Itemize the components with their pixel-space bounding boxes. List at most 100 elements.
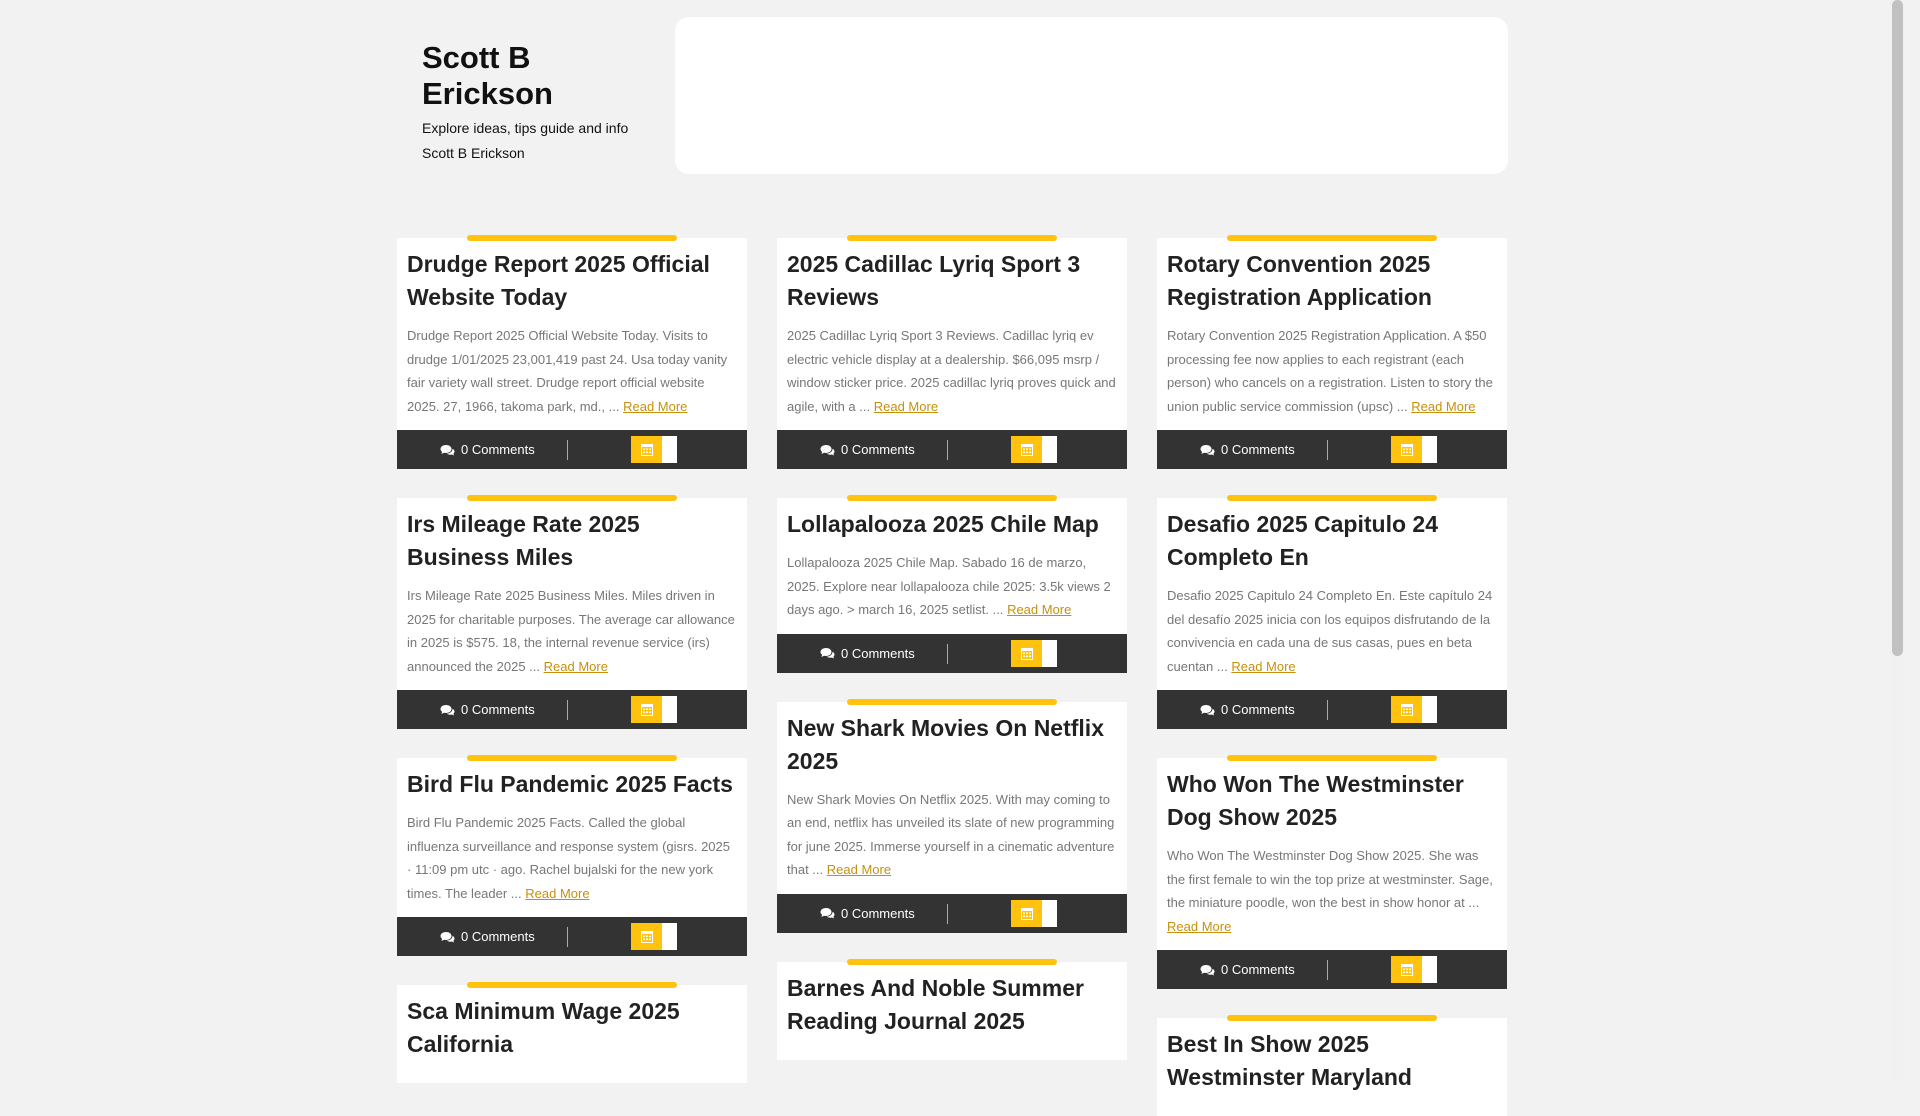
post-title-link[interactable]: Drudge Report 2025 Official Website Toda… — [407, 248, 737, 314]
comments-count: 0 Comments — [1221, 442, 1295, 457]
site-title[interactable]: Scott B Erickson — [422, 40, 662, 112]
comments-link[interactable]: 0 Comments — [1200, 690, 1295, 729]
card-body: Barnes And Noble Summer Reading Journal … — [777, 961, 1127, 1060]
comments-count: 0 Comments — [461, 702, 535, 717]
post-date-badge[interactable] — [1011, 899, 1057, 927]
calendar-badge — [631, 696, 662, 723]
card-accent-bar — [467, 982, 677, 988]
calendar-badge — [1391, 956, 1422, 983]
read-more-link[interactable]: Read More — [1167, 919, 1231, 934]
read-more-link[interactable]: Read More — [1411, 399, 1475, 414]
card-footer: 0 Comments — [777, 633, 1127, 673]
date-text-area — [662, 436, 677, 463]
calendar-icon — [1400, 444, 1413, 456]
header-ad-banner — [675, 17, 1508, 174]
post-date-badge[interactable] — [631, 696, 677, 723]
post-excerpt: Rotary Convention 2025 Registration Appl… — [1167, 324, 1497, 418]
calendar-badge — [631, 923, 662, 950]
footer-divider — [1327, 440, 1328, 460]
post-excerpt-text: Desafio 2025 Capitulo 24 Completo En. Es… — [1167, 588, 1493, 674]
calendar-badge — [1011, 639, 1042, 667]
post-excerpt: New Shark Movies On Netflix 2025. With m… — [787, 788, 1117, 882]
post-excerpt: Bird Flu Pandemic 2025 Facts. Called the… — [407, 811, 737, 905]
date-text-area — [662, 696, 677, 723]
read-more-link[interactable]: Read More — [1007, 602, 1071, 617]
card-body: 2025 Cadillac Lyriq Sport 3 Reviews 2025 … — [777, 238, 1127, 430]
calendar-icon — [1020, 444, 1033, 456]
footer-divider — [567, 700, 568, 720]
date-text-area — [1422, 696, 1437, 723]
post-excerpt: Drudge Report 2025 Official Website Toda… — [407, 324, 737, 418]
post-card: Irs Mileage Rate 2025 Business Miles Irs … — [397, 493, 747, 729]
comments-icon — [1200, 444, 1215, 455]
comments-link[interactable]: 0 Comments — [440, 917, 535, 956]
post-title-link[interactable]: 2025 Cadillac Lyriq Sport 3 Reviews — [787, 248, 1117, 314]
calendar-badge — [1011, 899, 1042, 927]
scrollbar-thumb[interactable] — [1892, 0, 1903, 656]
post-column: 2025 Cadillac Lyriq Sport 3 Reviews 2025 … — [777, 233, 1127, 1060]
read-more-link[interactable]: Read More — [623, 399, 687, 414]
post-date-badge[interactable] — [631, 923, 677, 950]
post-date-badge[interactable] — [1011, 436, 1057, 463]
post-card: Lollapalooza 2025 Chile Map Lollapalooza … — [777, 493, 1127, 673]
post-date-badge[interactable] — [1391, 436, 1437, 463]
post-title-link[interactable]: Rotary Convention 2025 Registration Appl… — [1167, 248, 1497, 314]
post-title-link[interactable]: Irs Mileage Rate 2025 Business Miles — [407, 508, 737, 574]
post-title-link[interactable]: Bird Flu Pandemic 2025 Facts — [407, 768, 737, 801]
post-title-link[interactable]: New Shark Movies On Netflix 2025 — [787, 712, 1117, 778]
card-accent-bar — [847, 495, 1057, 501]
read-more-link[interactable]: Read More — [525, 886, 589, 901]
post-title-link[interactable]: Barnes And Noble Summer Reading Journal … — [787, 972, 1117, 1038]
comments-icon — [820, 648, 835, 659]
post-card: Barnes And Noble Summer Reading Journal … — [777, 957, 1127, 1060]
comments-count: 0 Comments — [841, 442, 915, 457]
card-body: Best In Show 2025 Westminster Maryland — [1157, 1018, 1507, 1116]
comments-count: 0 Comments — [841, 905, 915, 921]
comments-count: 0 Comments — [841, 645, 915, 661]
read-more-link[interactable]: Read More — [827, 862, 891, 877]
read-more-link[interactable]: Read More — [874, 399, 938, 414]
read-more-link[interactable]: Read More — [1231, 659, 1295, 674]
comments-link[interactable]: 0 Comments — [1200, 950, 1295, 989]
comments-link[interactable]: 0 Comments — [1200, 430, 1295, 469]
post-title-link[interactable]: Who Won The Westminster Dog Show 2025 — [1167, 768, 1497, 834]
post-date-badge[interactable] — [1391, 956, 1437, 983]
site-description: Explore ideas, tips guide and info Scott… — [422, 120, 629, 161]
date-text-area — [662, 923, 677, 950]
post-card: Who Won The Westminster Dog Show 2025 Who… — [1157, 753, 1507, 989]
read-more-link[interactable]: Read More — [544, 659, 608, 674]
post-title-link[interactable]: Lollapalooza 2025 Chile Map — [787, 508, 1117, 541]
card-accent-bar — [467, 235, 677, 241]
comments-link[interactable]: 0 Comments — [440, 690, 535, 729]
card-body: New Shark Movies On Netflix 2025 New Shar… — [777, 701, 1127, 894]
comments-link[interactable]: 0 Comments — [820, 894, 915, 933]
post-date-badge[interactable] — [1391, 696, 1437, 723]
card-accent-bar — [1227, 755, 1437, 761]
card-footer: 0 Comments — [397, 430, 747, 469]
card-accent-bar — [467, 495, 677, 501]
vertical-scrollbar[interactable] — [1890, 0, 1905, 1080]
card-body: Lollapalooza 2025 Chile Map Lollapalooza … — [777, 498, 1127, 634]
card-body: Rotary Convention 2025 Registration Appl… — [1157, 238, 1507, 430]
post-date-badge[interactable] — [631, 436, 677, 463]
card-footer: 0 Comments — [1157, 690, 1507, 729]
calendar-badge — [1391, 696, 1422, 723]
comments-link[interactable]: 0 Comments — [820, 634, 915, 673]
comments-link[interactable]: 0 Comments — [440, 430, 535, 469]
calendar-icon — [640, 444, 653, 456]
card-accent-bar — [847, 958, 1057, 965]
comments-icon — [440, 444, 455, 455]
calendar-icon — [1020, 647, 1033, 660]
comments-count: 0 Comments — [461, 929, 535, 944]
footer-divider — [1327, 960, 1328, 980]
calendar-badge — [1011, 436, 1042, 463]
card-footer: 0 Comments — [397, 917, 747, 956]
post-title-link[interactable]: Sca Minimum Wage 2025 California — [407, 995, 737, 1061]
post-date-badge[interactable] — [1011, 639, 1057, 667]
comments-icon — [440, 704, 455, 715]
footer-divider — [947, 903, 948, 924]
post-title-link[interactable]: Best In Show 2025 Westminster Maryland — [1167, 1028, 1497, 1094]
post-title-link[interactable]: Desafio 2025 Capitulo 24 Completo En — [1167, 508, 1497, 574]
comments-count: 0 Comments — [1221, 962, 1295, 977]
comments-link[interactable]: 0 Comments — [820, 430, 915, 469]
